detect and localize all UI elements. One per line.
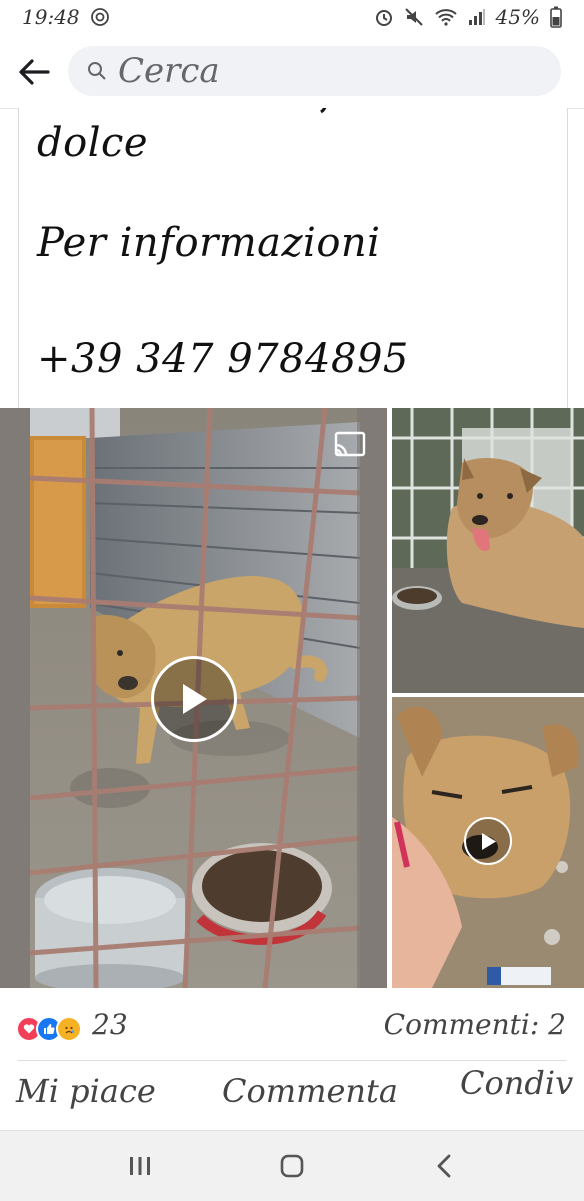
play-icon [183, 684, 207, 714]
system-back-button[interactable] [424, 1149, 464, 1183]
comments-count[interactable]: Commenti: 2 [384, 1008, 566, 1041]
media-grid [0, 408, 584, 988]
back-button[interactable] [16, 54, 52, 90]
sad-icon [56, 1016, 82, 1042]
video-main[interactable] [0, 408, 387, 988]
signal-icon [468, 8, 486, 26]
top-bar [0, 34, 584, 109]
cut-off-text-fragment [320, 108, 327, 114]
home-button[interactable] [272, 1149, 312, 1183]
cast-icon[interactable] [333, 430, 367, 458]
reaction-icons[interactable] [16, 1016, 82, 1042]
wifi-icon [434, 7, 458, 27]
search-bar[interactable] [68, 46, 561, 96]
divider [18, 1060, 566, 1061]
video-dog-hand[interactable] [392, 697, 584, 988]
reactions-row: 23 Commenti: 2 [0, 998, 584, 1056]
alarm-icon [374, 7, 394, 27]
system-nav-bar [0, 1130, 584, 1201]
dog-smiling-image [392, 408, 584, 693]
reaction-count[interactable]: 23 [92, 1008, 128, 1041]
post-actions: Mi piace Commenta Condiv [0, 1062, 584, 1124]
mute-icon [404, 7, 424, 27]
comment-button[interactable]: Commenta [222, 1072, 398, 1110]
battery-level: 45% [495, 5, 540, 29]
post-text-area: dolce Per informazioni +39 347 9784895 [18, 108, 568, 408]
home-icon [280, 1154, 304, 1178]
photo-dog-smiling[interactable] [392, 408, 584, 693]
post-text-line-1: dolce [37, 120, 149, 166]
search-icon [86, 60, 108, 82]
arrow-left-icon [19, 59, 50, 85]
back-icon [437, 1154, 451, 1178]
like-button[interactable]: Mi piace [16, 1072, 156, 1110]
status-bar: 19:48 45% [0, 0, 584, 34]
play-icon [481, 832, 496, 850]
search-input[interactable] [116, 50, 520, 92]
play-button-secondary[interactable] [464, 817, 512, 865]
battery-icon [550, 6, 562, 28]
recent-apps-icon [130, 1157, 150, 1175]
recent-apps-button[interactable] [120, 1149, 160, 1183]
at-icon [90, 7, 110, 27]
post-text-line-2: Per informazioni [37, 220, 381, 266]
status-time: 19:48 [22, 5, 80, 29]
play-button-main[interactable] [151, 656, 237, 742]
post-phone-number[interactable]: +39 347 9784895 [37, 336, 409, 382]
share-button[interactable]: Condiv [460, 1064, 573, 1102]
